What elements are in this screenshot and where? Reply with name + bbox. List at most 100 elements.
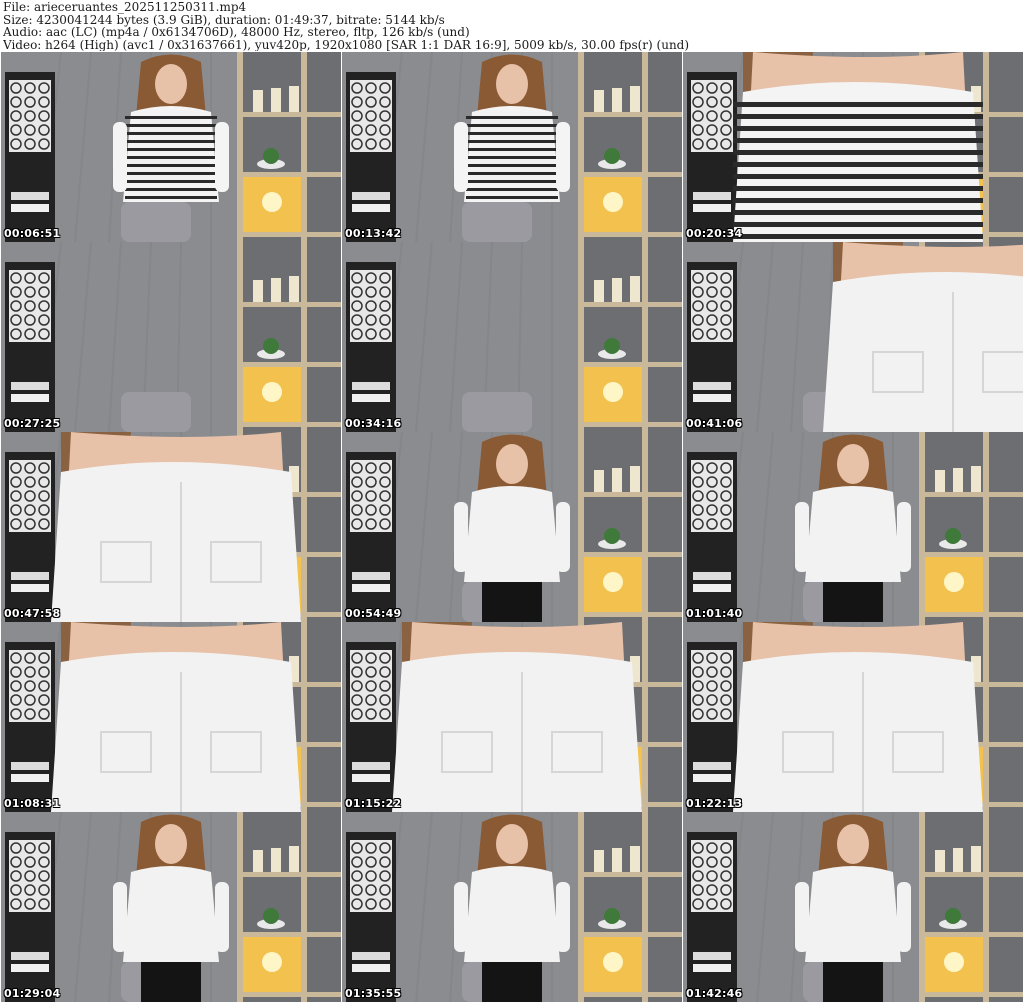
thumbnail-frame bbox=[683, 52, 1023, 242]
candle bbox=[594, 850, 604, 872]
arm bbox=[454, 502, 468, 572]
thumbnail-timestamp: 00:27:25 bbox=[4, 417, 61, 430]
thumbnail-9[interactable]: 01:01:40 bbox=[683, 432, 1023, 622]
stripe bbox=[733, 102, 983, 107]
thumbnail-frame bbox=[1, 432, 341, 622]
stripe bbox=[125, 172, 217, 175]
thumbnail-14[interactable]: 01:35:55 bbox=[342, 812, 682, 1002]
lamp-books bbox=[352, 572, 390, 580]
shelf-lamp-bulb bbox=[262, 952, 282, 972]
candle bbox=[612, 278, 622, 302]
skirt bbox=[823, 962, 883, 1002]
shelf-lamp-bulb bbox=[603, 572, 623, 592]
lamp-books bbox=[693, 394, 731, 402]
thumbnail-13[interactable]: 01:29:04 bbox=[1, 812, 341, 1002]
lamp-books bbox=[693, 584, 731, 592]
thumbnail-timestamp: 01:42:46 bbox=[686, 987, 743, 1000]
thumbnail-frame bbox=[683, 432, 1023, 622]
shelf-post bbox=[983, 432, 989, 622]
stripe bbox=[466, 148, 558, 151]
shelf-board bbox=[578, 992, 682, 997]
lamp-books bbox=[352, 774, 390, 782]
shelf-board bbox=[578, 362, 682, 367]
lamp-books bbox=[352, 964, 390, 972]
thumbnail-10[interactable]: 01:08:31 bbox=[1, 622, 341, 812]
thumbnail-7[interactable]: 00:47:58 bbox=[1, 432, 341, 622]
chair bbox=[462, 202, 532, 242]
shelf-board bbox=[578, 872, 682, 877]
audio-info-line: Audio: aac (LC) (mp4a / 0x6134706D), 480… bbox=[3, 25, 470, 40]
shelf-post bbox=[919, 812, 925, 1002]
shelf-board bbox=[237, 302, 341, 307]
shelf-board bbox=[578, 232, 682, 237]
thumbnail-1[interactable]: 00:06:51 bbox=[1, 52, 341, 242]
thumbnail-frame bbox=[342, 622, 682, 812]
lamp-shade bbox=[350, 80, 392, 152]
shelf-post bbox=[301, 242, 307, 432]
lamp-books bbox=[352, 382, 390, 390]
shelf-post bbox=[983, 52, 989, 242]
shelf-lamp-bulb bbox=[262, 192, 282, 212]
lamp-shade bbox=[691, 650, 733, 722]
plant bbox=[604, 338, 620, 354]
stripe bbox=[125, 116, 217, 119]
shelf-board bbox=[578, 552, 682, 557]
lamp-books bbox=[11, 774, 49, 782]
lamp-books bbox=[352, 204, 390, 212]
stripe bbox=[125, 156, 217, 159]
stripe bbox=[733, 150, 983, 155]
stripe bbox=[125, 188, 217, 191]
lamp-books bbox=[693, 382, 731, 390]
plant bbox=[945, 528, 961, 544]
thumbnail-timestamp: 01:35:55 bbox=[345, 987, 402, 1000]
thumbnail-timestamp: 00:47:58 bbox=[4, 607, 61, 620]
candle bbox=[271, 278, 281, 302]
stripe bbox=[466, 116, 558, 119]
arm bbox=[113, 122, 127, 192]
shelf-board bbox=[237, 422, 341, 427]
candle bbox=[253, 90, 263, 112]
lamp-books bbox=[693, 572, 731, 580]
shelf-post bbox=[642, 432, 648, 622]
shelf-post bbox=[642, 52, 648, 242]
thumbnail-3[interactable]: 00:20:34 bbox=[683, 52, 1023, 242]
lamp-books bbox=[693, 952, 731, 960]
thumbnail-11[interactable]: 01:15:22 bbox=[342, 622, 682, 812]
stripe bbox=[125, 124, 217, 127]
stripe bbox=[125, 196, 217, 199]
stripe bbox=[466, 140, 558, 143]
thumbnail-timestamp: 01:08:31 bbox=[4, 797, 61, 810]
thumbnail-frame bbox=[1, 242, 341, 432]
thumbnail-6[interactable]: 00:41:06 bbox=[683, 242, 1023, 432]
shelf-post bbox=[237, 52, 243, 242]
thumbnail-timestamp: 01:22:13 bbox=[686, 797, 743, 810]
candle bbox=[271, 848, 281, 872]
face bbox=[496, 444, 528, 484]
face bbox=[155, 824, 187, 864]
shelf-board bbox=[578, 302, 682, 307]
plant bbox=[604, 148, 620, 164]
stripe bbox=[733, 198, 983, 203]
thumbnail-timestamp: 01:15:22 bbox=[345, 797, 402, 810]
shelf-board bbox=[237, 362, 341, 367]
top bbox=[123, 866, 219, 962]
video-info-line: Video: h264 (High) (avc1 / 0x31637661), … bbox=[3, 37, 690, 51]
thumbnail-2[interactable]: 00:13:42 bbox=[342, 52, 682, 242]
thumbnail-15[interactable]: 01:42:46 bbox=[683, 812, 1023, 1002]
shelf-board bbox=[919, 872, 1023, 877]
shelf-board bbox=[578, 932, 682, 937]
thumbnail-4[interactable]: 00:27:25 bbox=[1, 242, 341, 432]
lamp-books bbox=[352, 394, 390, 402]
thumbnail-12[interactable]: 01:22:13 bbox=[683, 622, 1023, 812]
arm bbox=[795, 882, 809, 952]
thumbnail-8[interactable]: 00:54:49 bbox=[342, 432, 682, 622]
shelf-board bbox=[237, 112, 341, 117]
lamp-shade bbox=[350, 270, 392, 342]
thumbnail-5[interactable]: 00:34:16 bbox=[342, 242, 682, 432]
shelf-post bbox=[578, 812, 584, 1002]
thumbnail-timestamp: 01:01:40 bbox=[686, 607, 743, 620]
shelf-post bbox=[578, 432, 584, 622]
stripe bbox=[733, 210, 983, 215]
stripe bbox=[733, 234, 983, 239]
lamp-shade bbox=[9, 460, 51, 532]
